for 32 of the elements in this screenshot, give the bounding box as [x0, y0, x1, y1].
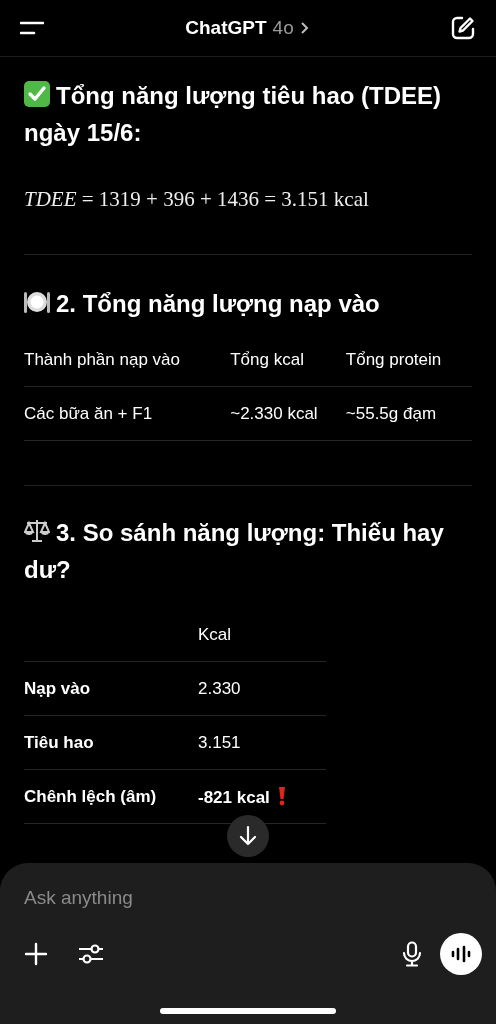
- waveform-icon: [451, 945, 471, 963]
- plate-icon: [24, 289, 50, 315]
- menu-icon[interactable]: [20, 21, 44, 35]
- column-header: Tổng kcal: [230, 350, 304, 369]
- column-header: Thành phần nạp vào: [24, 350, 180, 369]
- math-formula: TDEE = 1319 + 396 + 1436 = 3.151 kcal: [24, 187, 370, 212]
- plus-icon[interactable]: [24, 942, 48, 966]
- balance-scale-icon: [24, 518, 50, 544]
- arrow-down-icon: [238, 825, 258, 847]
- scroll-down-button[interactable]: [227, 815, 269, 857]
- row-label: Chênh lệch (âm): [24, 786, 157, 806]
- microphone-icon[interactable]: [402, 941, 422, 967]
- section-heading: 2. Tổng năng lượng nạp vào: [24, 285, 449, 322]
- table-cell: ~2.330 kcal: [230, 403, 318, 423]
- table-cell: 3.151: [198, 732, 241, 752]
- model-selector[interactable]: ChatGPT 4o: [185, 17, 309, 39]
- message-input[interactable]: Ask anything: [24, 887, 324, 909]
- section-heading: 3. So sánh năng lượng: Thiếu hay dư?: [24, 517, 445, 585]
- table-cell: Các bữa ăn + F1: [24, 403, 153, 423]
- table-cell: ~55.5g đạm: [345, 403, 437, 423]
- new-chat-icon[interactable]: [450, 15, 476, 41]
- sliders-icon[interactable]: [78, 942, 104, 966]
- chevron-icon: [299, 21, 309, 35]
- column-header: Kcal: [198, 624, 232, 644]
- row-label: Tiêu hao: [24, 732, 94, 752]
- row-label: Nạp vào: [24, 678, 91, 698]
- table-cell: 2.330: [198, 678, 241, 698]
- voice-mode-button[interactable]: [440, 933, 482, 975]
- table-cell: -821 kcal: [198, 787, 270, 807]
- section-heading: Tổng năng lượng tiêu hao (TDEE) ngày 15/6:: [24, 80, 443, 148]
- check-icon: [24, 81, 50, 107]
- column-header: Tổng protein: [345, 350, 442, 369]
